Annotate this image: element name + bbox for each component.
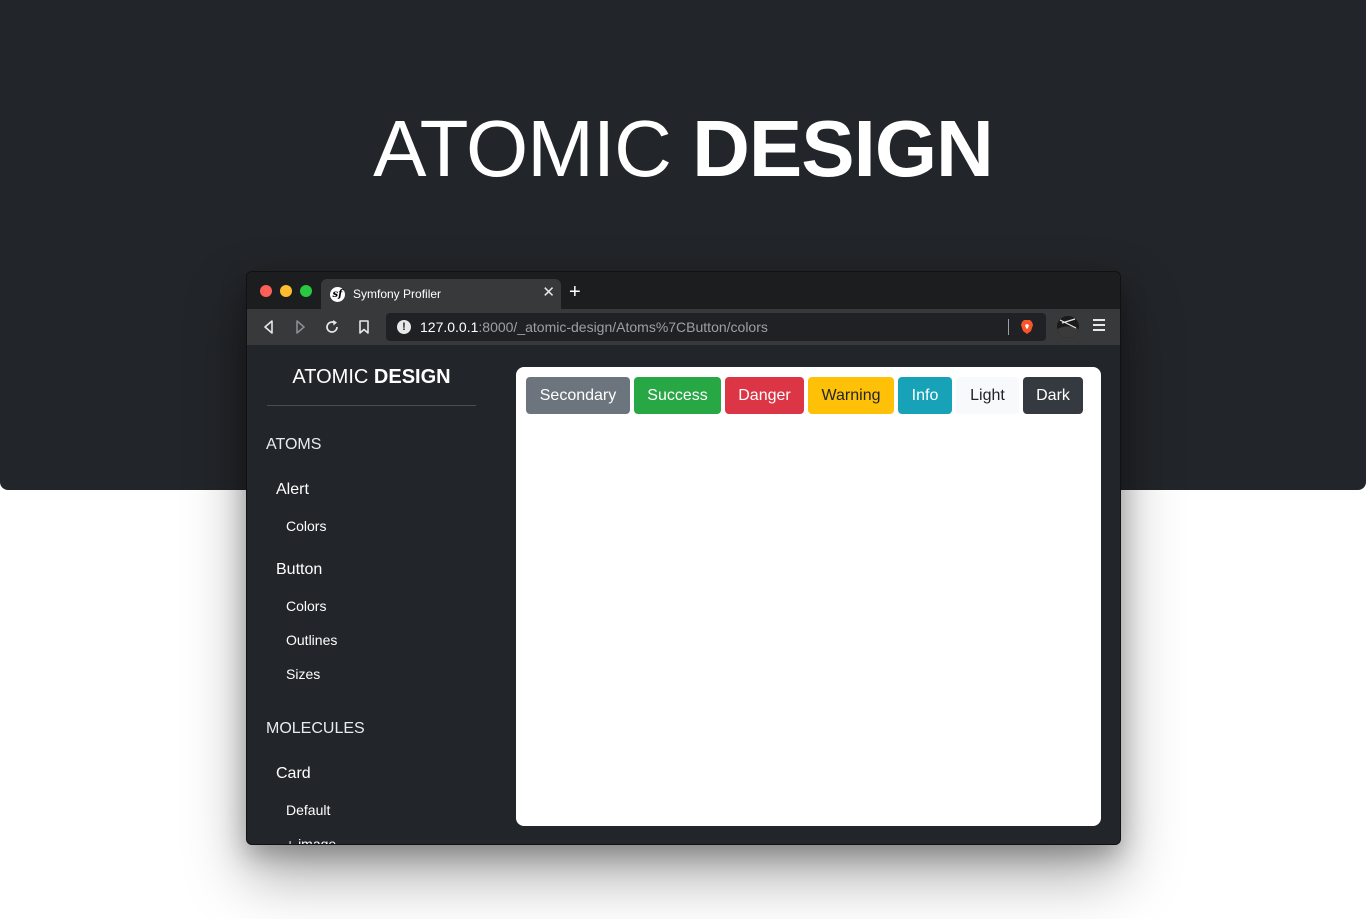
sidebar-group-button[interactable]: Button <box>276 560 322 580</box>
url-text[interactable]: 127.0.0.1:8000/_atomic-design/Atoms%7CBu… <box>420 319 768 335</box>
sidebar-divider <box>267 405 476 406</box>
url-separator <box>1008 319 1009 335</box>
warning-button[interactable]: Warning <box>808 377 894 414</box>
maximize-window-button[interactable] <box>300 285 312 297</box>
sidebar-section-atoms: ATOMS <box>266 436 322 453</box>
address-bar[interactable]: ! 127.0.0.1:8000/_atomic-design/Atoms%7C… <box>386 313 1046 341</box>
hero-title-bold: DESIGN <box>692 104 994 193</box>
tab-symfony-profiler[interactable]: sf Symfony Profiler ✕ <box>321 279 561 309</box>
url-path: :8000/_atomic-design/Atoms%7CButton/colo… <box>478 319 768 335</box>
sidebar-group-alert[interactable]: Alert <box>276 480 309 500</box>
info-icon[interactable]: ! <box>397 320 411 334</box>
tab-bar: sf Symfony Profiler ✕ + <box>247 272 1120 309</box>
sidebar-group-card[interactable]: Card <box>276 764 311 784</box>
brave-shield-icon[interactable] <box>1019 319 1035 335</box>
light-button[interactable]: Light <box>956 377 1019 414</box>
sidebar: ATOMIC DESIGN ATOMS Alert Colors Button … <box>247 345 497 844</box>
dark-button[interactable]: Dark <box>1023 377 1083 414</box>
close-window-button[interactable] <box>260 285 272 297</box>
browser-toolbar: ! 127.0.0.1:8000/_atomic-design/Atoms%7C… <box>247 309 1120 345</box>
hero-title: ATOMIC DESIGN <box>0 104 1366 194</box>
tab-title: Symfony Profiler <box>353 287 442 301</box>
danger-button[interactable]: Danger <box>725 377 804 414</box>
preview-panel: Secondary Success Danger Warning Info Li… <box>516 367 1101 826</box>
page-viewport: ATOMIC DESIGN ATOMS Alert Colors Button … <box>247 345 1120 844</box>
sidebar-item-card-default[interactable]: Default <box>286 801 330 819</box>
bookmark-icon[interactable] <box>355 318 373 336</box>
sidebar-section-molecules: MOLECULES <box>266 720 365 737</box>
back-icon[interactable] <box>260 318 278 336</box>
brand-bold: DESIGN <box>373 366 451 388</box>
minimize-window-button[interactable] <box>280 285 292 297</box>
secondary-button[interactable]: Secondary <box>526 377 630 414</box>
forward-icon[interactable] <box>291 318 309 336</box>
info-button[interactable]: Info <box>898 377 952 414</box>
sidebar-item-card-image[interactable]: + image <box>286 835 336 844</box>
sidebar-item-button-colors[interactable]: Colors <box>286 597 326 615</box>
menu-icon[interactable] <box>1093 319 1105 333</box>
symfony-favicon-icon: sf <box>330 287 345 302</box>
reload-icon[interactable] <box>323 318 341 336</box>
profile-icon[interactable] <box>1057 316 1079 338</box>
success-button[interactable]: Success <box>634 377 721 414</box>
url-host: 127.0.0.1 <box>420 319 479 335</box>
sidebar-item-alert-colors[interactable]: Colors <box>286 517 326 535</box>
tab-close-icon[interactable]: ✕ <box>542 285 555 301</box>
sidebar-item-button-outlines[interactable]: Outlines <box>286 631 337 649</box>
sidebar-brand[interactable]: ATOMIC DESIGN <box>267 363 476 391</box>
hero-title-light: ATOMIC <box>373 104 672 193</box>
new-tab-button[interactable]: + <box>569 282 581 302</box>
browser-window: sf Symfony Profiler ✕ + ! 127.0.0.1:8000… <box>246 271 1121 845</box>
sidebar-item-button-sizes[interactable]: Sizes <box>286 665 320 683</box>
brand-light: ATOMIC <box>292 366 369 388</box>
